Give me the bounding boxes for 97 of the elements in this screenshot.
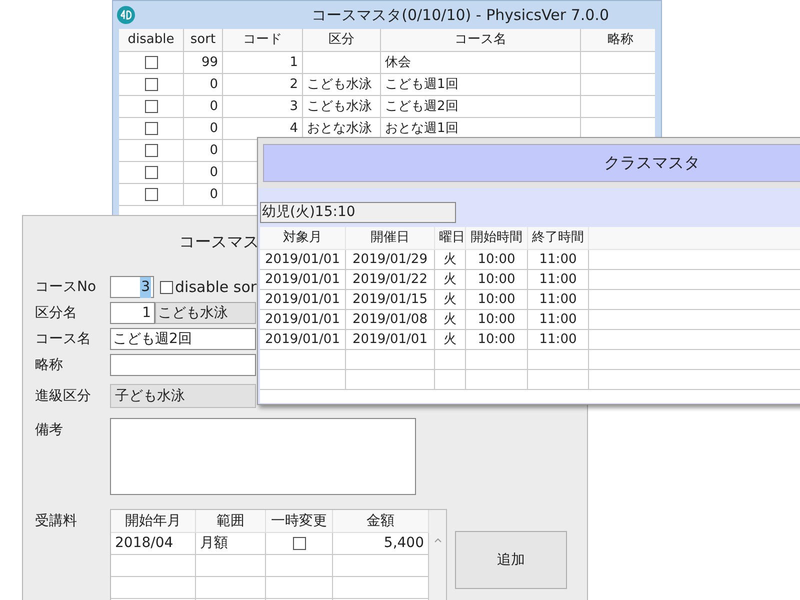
table-cell: 1	[223, 52, 303, 74]
table-cell: こども週1回	[381, 74, 581, 96]
text-field[interactable]: こども週2回	[110, 328, 256, 350]
table-cell	[435, 350, 466, 370]
checkbox[interactable]	[144, 188, 158, 201]
table-cell: 2019/01/29	[346, 250, 435, 270]
table-cell: 2019/01/22	[346, 270, 435, 290]
add-button[interactable]: 追加	[455, 531, 567, 589]
table-cell: 2019/01/01	[260, 270, 346, 290]
display-field: 子ども水泳	[110, 384, 256, 408]
column-header: 開始年月	[111, 510, 196, 533]
table-cell: 火	[435, 330, 466, 350]
table-cell: 11:00	[528, 330, 589, 350]
field-label: 区分名	[35, 304, 78, 322]
table-cell: 11:00	[528, 250, 589, 270]
table-cell: こども水泳	[303, 74, 381, 96]
column-header: 区分	[303, 29, 381, 52]
column-header: 略称	[581, 29, 655, 52]
table-cell: 0	[184, 162, 223, 184]
number-field[interactable]: 1	[110, 302, 155, 324]
table-cell: 2019/01/01	[260, 330, 346, 350]
table-cell	[435, 370, 466, 390]
field-label: 受講料	[35, 512, 78, 531]
table-cell: 11:00	[528, 290, 589, 310]
table-cell: 10:00	[466, 290, 528, 310]
field-label: 備考	[35, 421, 64, 440]
field-label: 進級区分	[35, 386, 92, 406]
table-cell	[528, 350, 589, 370]
dropdown[interactable]: こども水泳	[155, 302, 256, 324]
form-title: コースマス	[179, 232, 259, 251]
checkbox[interactable]	[144, 78, 158, 91]
table-cell: 休会	[381, 52, 581, 74]
column-header: 開始時間	[466, 227, 528, 250]
field-label: コース名	[35, 330, 92, 348]
column-header: disable	[119, 29, 184, 52]
checkbox-label: disable sor	[175, 276, 257, 298]
field-label: コースNo	[35, 278, 98, 296]
column-header: 一時変更	[266, 510, 333, 533]
column-header: 対象月	[260, 227, 346, 250]
table-cell: 0	[184, 140, 223, 162]
table-cell	[528, 370, 589, 390]
table-cell: 0	[184, 118, 223, 140]
checkbox[interactable]	[144, 100, 158, 113]
checkbox[interactable]	[144, 166, 158, 179]
column-header: 曜日	[435, 227, 466, 250]
table-cell: 2019/01/01	[260, 290, 346, 310]
table-cell: 10:00	[466, 270, 528, 290]
table-cell: こども週2回	[381, 96, 581, 118]
table-cell: 火	[435, 250, 466, 270]
number-field[interactable]: 3	[110, 276, 154, 298]
checkbox[interactable]	[144, 122, 158, 135]
table-cell: 月額	[196, 533, 266, 555]
table-cell: 2019/01/01	[260, 250, 346, 270]
column-header: sort	[184, 29, 223, 52]
table-cell	[196, 577, 266, 599]
class-name-field[interactable]: 幼児(火)15:10	[260, 202, 456, 223]
app-logo-icon	[117, 6, 135, 24]
column-header: コース名	[381, 29, 581, 52]
table-cell: 火	[435, 310, 466, 330]
table-cell	[466, 370, 528, 390]
checkbox[interactable]	[144, 56, 158, 69]
table-cell: 2019/01/01	[260, 310, 346, 330]
window-title: クラスマスタ	[604, 152, 700, 174]
text-field[interactable]	[110, 354, 256, 376]
table-cell: 5,400	[333, 533, 429, 555]
table-cell: 11:00	[528, 310, 589, 330]
table-cell: 99	[184, 52, 223, 74]
table-cell: 火	[435, 270, 466, 290]
table-cell	[266, 577, 333, 599]
column-header: コード	[223, 29, 303, 52]
table-cell: 2019/01/08	[346, 310, 435, 330]
table-cell: 2018/04	[111, 533, 196, 555]
checkbox[interactable]	[144, 144, 158, 157]
table-cell: 火	[435, 290, 466, 310]
table-cell: 0	[184, 96, 223, 118]
column-header: 終了時間	[528, 227, 589, 250]
checkbox[interactable]	[160, 280, 173, 294]
table-cell	[196, 555, 266, 577]
window-title: コースマスタ(0/10/10) - PhysicsVer 7.0.0	[312, 4, 609, 26]
table-cell: 3	[223, 96, 303, 118]
field-label: 略称	[35, 356, 64, 374]
column-header: 開催日	[346, 227, 435, 250]
checkbox[interactable]	[292, 537, 306, 550]
table-cell: 2	[223, 74, 303, 96]
table-cell: 0	[184, 184, 223, 206]
table-cell: 11:00	[528, 270, 589, 290]
table-cell: 10:00	[466, 310, 528, 330]
table-cell: 10:00	[466, 250, 528, 270]
notes-field[interactable]	[110, 418, 416, 495]
table-cell	[466, 350, 528, 370]
table-cell: こども水泳	[303, 96, 381, 118]
table-cell: 2019/01/15	[346, 290, 435, 310]
table-cell: 2019/01/01	[346, 330, 435, 350]
table-cell: 10:00	[466, 330, 528, 350]
column-header: 金額	[333, 510, 429, 533]
column-header: 範囲	[196, 510, 266, 533]
table-cell: 0	[184, 74, 223, 96]
